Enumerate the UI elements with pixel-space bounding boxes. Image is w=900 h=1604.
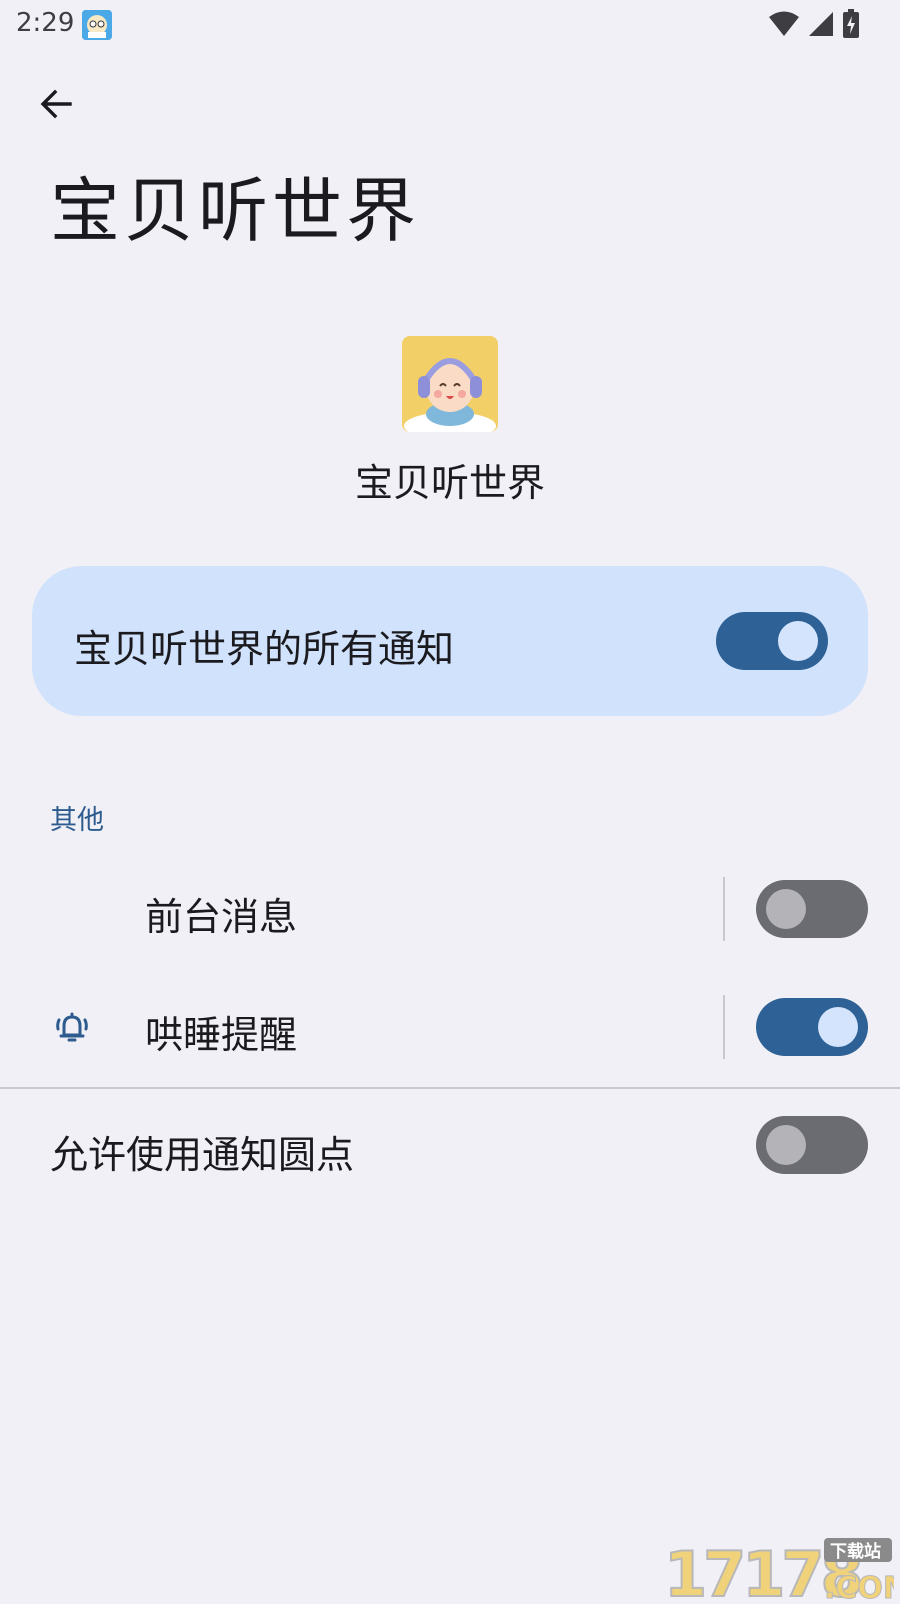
toggle-knob: [766, 889, 806, 929]
back-button[interactable]: [30, 78, 82, 130]
toggle-knob: [778, 621, 818, 661]
section-divider: [0, 1087, 900, 1089]
channel-row-foreground[interactable]: [0, 870, 722, 970]
wifi-icon: [769, 11, 799, 36]
signal-icon: [809, 12, 833, 36]
page-title: 宝贝听世界: [50, 170, 420, 252]
svg-text:.COM: .COM: [824, 1571, 894, 1600]
toggle-knob: [766, 1125, 806, 1165]
status-app-icon: [82, 10, 112, 40]
toggle-knob: [818, 1007, 858, 1047]
status-time: 2:29: [16, 8, 75, 38]
channel-label-foreground: 前台消息: [145, 895, 298, 939]
arrow-left-icon: [40, 89, 72, 119]
svg-text:下载站: 下载站: [830, 1541, 881, 1562]
all-notifications-toggle[interactable]: [716, 612, 828, 670]
notification-dots-label: 允许使用通知圆点: [50, 1133, 355, 1177]
channel-label-sleep-reminder: 哄睡提醒: [145, 1013, 298, 1057]
baby-headphones-app-icon: [402, 336, 498, 432]
battery-charging-icon: [843, 9, 859, 38]
row-divider: [723, 995, 725, 1059]
app-name: 宝贝听世界: [354, 461, 545, 505]
channel-toggle-sleep-reminder[interactable]: [756, 998, 868, 1056]
status-icons: [768, 8, 860, 40]
section-header-other: 其他: [50, 805, 104, 836]
notification-dots-toggle[interactable]: [756, 1116, 868, 1174]
channel-toggle-foreground[interactable]: [756, 880, 868, 938]
all-notifications-label: 宝贝听世界的所有通知: [74, 627, 455, 671]
channel-row-sleep-reminder[interactable]: [0, 988, 722, 1088]
row-divider: [723, 877, 725, 941]
bell-ringing-icon: [56, 1012, 88, 1042]
watermark-logo: 17178 下载站 .COM: [663, 1536, 900, 1604]
